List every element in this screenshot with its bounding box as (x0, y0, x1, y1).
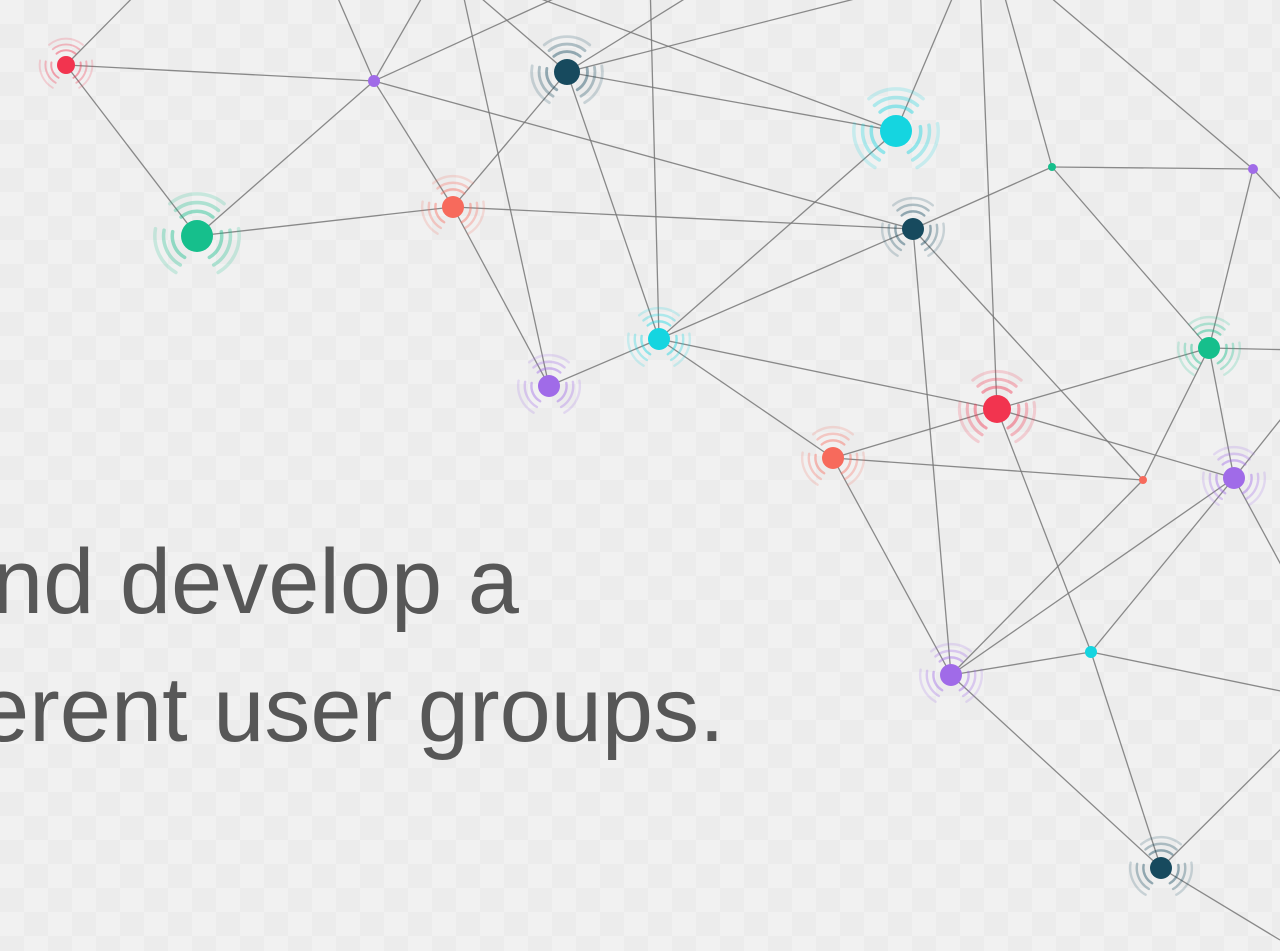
network-edge (566, 0, 854, 73)
coral-node (420, 174, 486, 235)
network-edge (832, 408, 998, 459)
slide: nd develop a erent user groups. (0, 0, 1280, 951)
network-edge (1142, 347, 1210, 481)
network-edge (463, 0, 550, 387)
network-edge (912, 166, 1053, 230)
network-edge (1090, 651, 1280, 692)
tagline-line-2: erent user groups. (0, 659, 725, 761)
navy-node (530, 35, 604, 105)
network-edge (65, 64, 375, 82)
network-edge (658, 228, 914, 340)
network-edge (1208, 168, 1254, 349)
network-edge (950, 477, 1235, 676)
network-edge (482, 0, 568, 73)
network-edge (912, 228, 1144, 481)
network-edge (996, 347, 1210, 410)
network-edges (65, 0, 1280, 941)
network-edge (1090, 477, 1235, 653)
network-edge (541, 0, 897, 132)
network-edge (1051, 166, 1210, 349)
network-edge (196, 206, 454, 237)
network-edge (1233, 477, 1280, 565)
network-edge (373, 0, 422, 82)
cyan-node (1085, 646, 1097, 658)
network-edge (452, 71, 568, 208)
network-edge (832, 457, 1144, 481)
network-graphic (38, 0, 1280, 941)
network-edge (338, 0, 375, 82)
network-edge (1160, 867, 1280, 941)
green-node (1176, 315, 1242, 376)
network-edge (832, 457, 952, 676)
network-edge (980, 0, 998, 410)
network-edge (1052, 0, 1254, 170)
network-edge (1233, 419, 1280, 479)
network-edge (950, 479, 1144, 676)
network-edge (658, 130, 897, 340)
network-edge (196, 80, 375, 237)
green-node (1048, 163, 1056, 171)
purple-node (1201, 445, 1267, 506)
network-edge (1160, 748, 1280, 869)
network-edge (950, 651, 1092, 676)
network-edge (996, 408, 1092, 653)
coral-node (1139, 476, 1147, 484)
network-edge (566, 71, 660, 340)
network-edge (912, 228, 952, 676)
purple-node (368, 75, 380, 87)
cyan-node (852, 87, 940, 170)
network-edge (1004, 0, 1053, 168)
purple-node (516, 353, 582, 414)
network-edge (1051, 166, 1254, 170)
network-edge (1252, 168, 1280, 200)
tagline-line-1: nd develop a (0, 531, 519, 633)
purple-node (1248, 164, 1258, 174)
network-edge (65, 0, 132, 66)
red-node (957, 369, 1037, 444)
network-edge (649, 0, 660, 340)
slide-tagline: nd develop a erent user groups. (0, 518, 725, 774)
network-edge (566, 71, 897, 132)
navy-node (880, 196, 946, 257)
network-edge (895, 0, 953, 132)
coral-node (800, 425, 866, 486)
